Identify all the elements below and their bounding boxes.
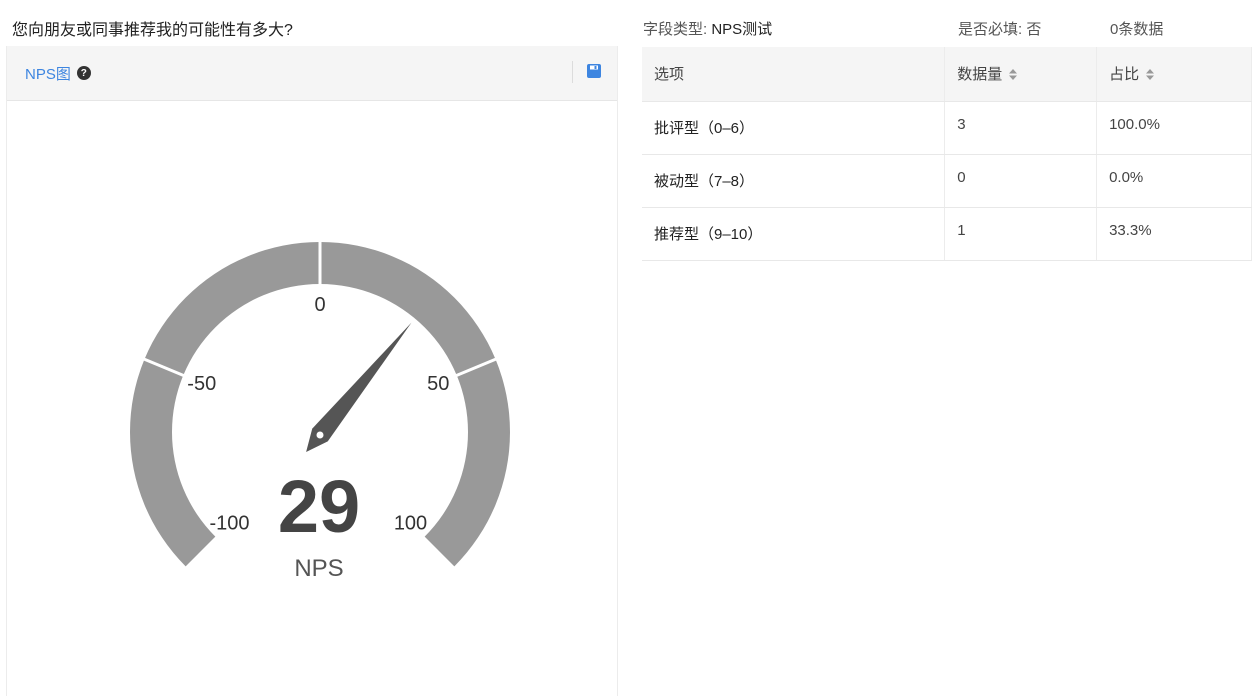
header-count-label: 数据量 [957,66,1003,84]
gauge-tick-label: 50 [427,373,449,395]
header-ratio[interactable]: 占比 [1096,47,1252,102]
gauge-tick-label: 0 [314,294,325,316]
nps-gauge-chart: -100 -50 0 50 100 29 NPS [130,241,511,582]
ratio-cell: 100.0% [1096,101,1252,155]
gauge-tick-label: 100 [394,513,427,535]
chart-panel-title[interactable]: NPS图 [25,63,71,84]
count-cell: 0 [944,154,1097,208]
count-cell: 1 [944,207,1097,261]
stats-table: 选项 数据量 占比 批评型（0–6） 3 100.0% 被动型（7–8） 0 0… [642,47,1252,261]
ratio-cell: 33.3% [1096,207,1252,261]
field-type-label: 字段类型: [643,21,708,38]
floppy-disk-icon[interactable] [587,64,601,83]
required-value: 否 [1026,21,1042,38]
field-type: 字段类型: NPS测试 [643,18,772,39]
option-cell: 推荐型（9–10） [642,207,945,261]
table-row: 批评型（0–6） 3 100.0% [642,101,1252,155]
header-option: 选项 [642,47,945,102]
ratio-cell: 0.0% [1096,154,1252,208]
gauge-value-label: NPS [294,555,343,582]
question-circle-icon[interactable]: ? [76,66,91,80]
table-row: 推荐型（9–10） 1 33.3% [642,207,1252,261]
table-header-row: 选项 数据量 占比 [642,47,1252,102]
gauge-tick-label: -50 [187,373,216,395]
record-count: 0条数据 [1110,21,1164,38]
sort-arrows-icon[interactable] [1146,67,1155,84]
required-label: 是否必填: [958,21,1023,38]
gauge-tick-label: -100 [209,513,249,535]
gauge-pointer-pivot [316,431,324,439]
field-type-value: NPS测试 [711,21,773,38]
count-cell: 3 [944,101,1097,155]
chart-panel: NPS图 ? -100 -50 0 50 100 29 NPS [6,46,618,696]
header-divider [572,61,573,83]
option-cell: 批评型（0–6） [642,101,945,155]
question-title: 您向朋友或同事推荐我的可能性有多大? [12,22,293,39]
table-row: 被动型（7–8） 0 0.0% [642,154,1252,208]
chart-panel-header: NPS图 ? [7,46,617,101]
option-cell: 被动型（7–8） [642,154,945,208]
gauge-value: 29 [278,465,360,548]
header-count[interactable]: 数据量 [944,47,1097,102]
sort-arrows-icon[interactable] [1009,67,1018,84]
header-ratio-label: 占比 [1109,66,1140,84]
required-status: 是否必填: 否 [958,18,1041,39]
